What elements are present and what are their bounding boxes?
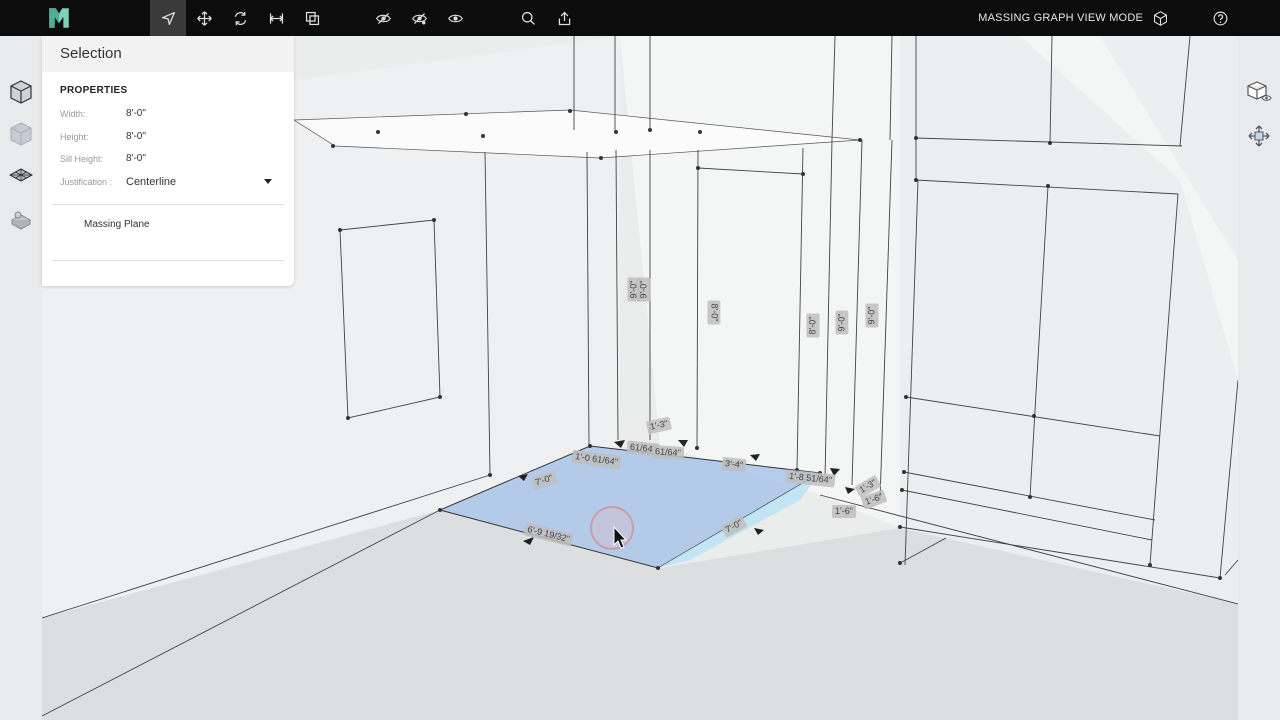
massing-plane-item[interactable]: Massing Plane — [84, 219, 150, 230]
top-toolbar: MASSING GRAPH VIEW MODE — [0, 0, 1280, 36]
dimension-label: 9'-0" — [865, 303, 879, 328]
justification-select[interactable]: Centerline — [126, 176, 176, 188]
show-all-icon[interactable] — [437, 0, 473, 36]
share-icon[interactable] — [546, 0, 582, 36]
app-logo[interactable] — [41, 0, 77, 36]
search-icon[interactable] — [510, 0, 546, 36]
measure-tool-icon[interactable] — [258, 0, 294, 36]
sill-height-value[interactable]: 8'-0" — [126, 153, 146, 164]
massing-view-icon[interactable] — [5, 76, 37, 108]
properties-heading: PROPERTIES — [60, 85, 128, 96]
cube-view-icon[interactable] — [1142, 0, 1178, 36]
dimension-label: 8'-0" — [707, 300, 721, 325]
width-label: Width: — [60, 109, 86, 119]
dimension-label: 3'-4" — [721, 456, 747, 473]
chevron-down-icon[interactable] — [264, 179, 272, 184]
solid-view-icon[interactable] — [5, 118, 37, 150]
width-value[interactable]: 8'-0" — [126, 108, 146, 119]
dimension-label: 61/64" — [651, 444, 685, 461]
dimension-label: 1'-6" — [832, 505, 856, 518]
view-mode-label[interactable]: MASSING GRAPH VIEW MODE — [978, 0, 1143, 36]
panel-title: Selection — [42, 36, 294, 72]
furniture-view-icon[interactable] — [5, 202, 37, 234]
visibility-cube-icon[interactable] — [1243, 76, 1275, 108]
hide-others-icon[interactable] — [401, 0, 437, 36]
group-tool-icon[interactable] — [294, 0, 330, 36]
dimension-label: 8'-0" — [806, 313, 820, 338]
divider — [52, 204, 285, 205]
right-toolbar — [1238, 36, 1280, 720]
floor-grid-icon[interactable] — [5, 160, 37, 192]
dimension-label: 9'-0" — [835, 310, 849, 335]
sill-height-label: Sill Height: — [60, 154, 104, 164]
justification-label: Justification : — [60, 177, 113, 187]
dimension-label: 9'-0" — [637, 277, 651, 302]
select-tool-icon[interactable] — [150, 0, 186, 36]
height-value[interactable]: 8'-0" — [126, 131, 146, 142]
rotate-tool-icon[interactable] — [222, 0, 258, 36]
fit-view-icon[interactable] — [1243, 120, 1275, 152]
left-toolbar — [0, 36, 42, 720]
help-icon[interactable] — [1202, 0, 1238, 36]
divider — [52, 260, 285, 261]
selection-panel: Selection PROPERTIES Width: 8'-0" Height… — [42, 36, 294, 286]
move-tool-icon[interactable] — [186, 0, 222, 36]
hide-icon[interactable] — [365, 0, 401, 36]
height-label: Height: — [60, 132, 89, 142]
